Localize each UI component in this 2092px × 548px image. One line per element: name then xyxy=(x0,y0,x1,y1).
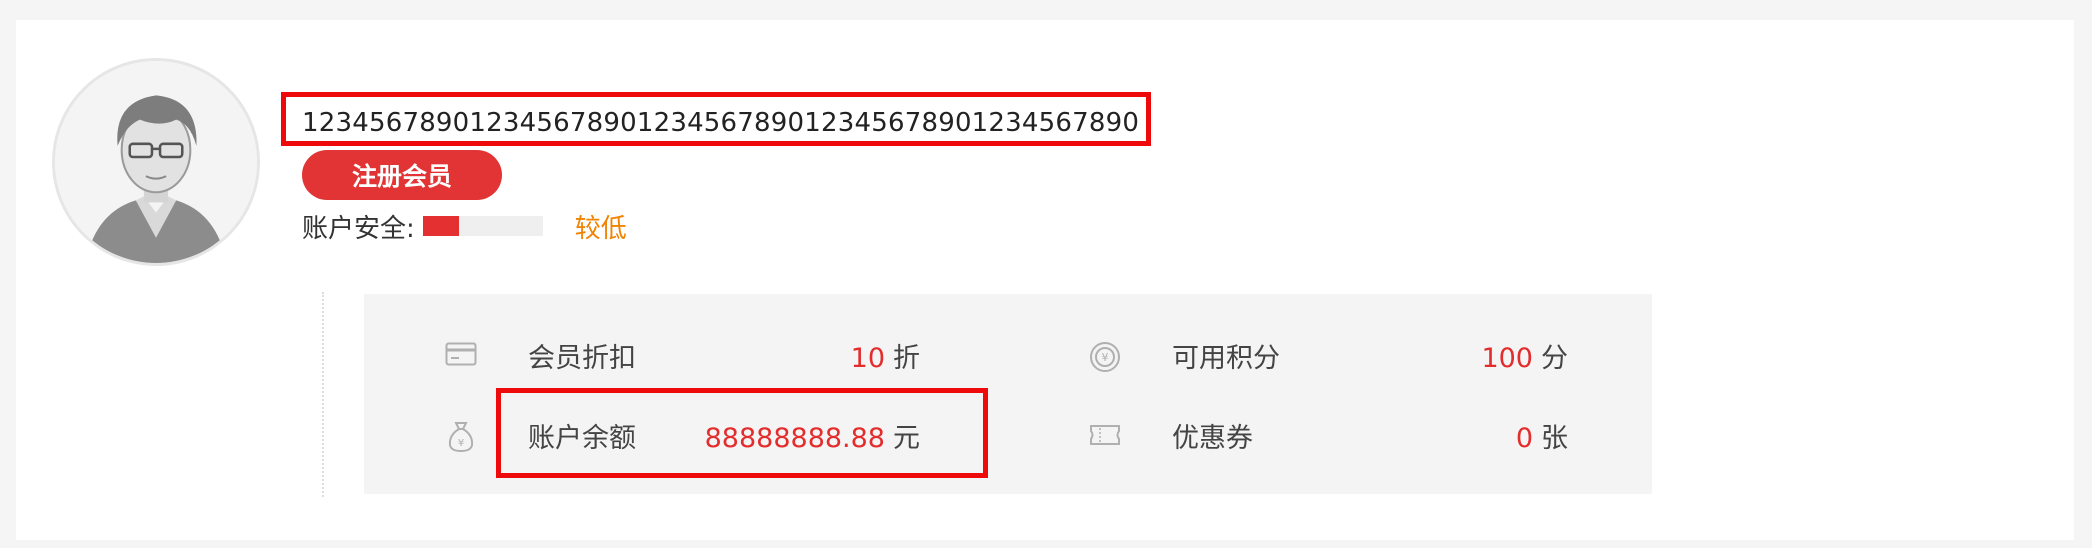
security-label: 账户安全: xyxy=(302,213,415,244)
avatar-illustration xyxy=(55,61,257,263)
coupons-value: 0张 xyxy=(1516,416,1568,455)
register-member-button[interactable]: 注册会员 xyxy=(302,150,502,200)
svg-text:¥: ¥ xyxy=(1102,351,1109,364)
avatar[interactable] xyxy=(52,58,260,266)
ticket-icon xyxy=(1088,418,1122,452)
svg-text:¥: ¥ xyxy=(458,438,464,449)
security-level: 较低 xyxy=(574,213,627,244)
security-strength-bar xyxy=(422,216,543,236)
username-highlight-box xyxy=(281,92,1151,146)
points-unit: 分 xyxy=(1541,343,1568,374)
account-security: 账户安全: 较低 xyxy=(302,206,627,246)
points-number: 100 xyxy=(1481,343,1533,374)
discount-unit: 折 xyxy=(893,343,920,374)
money-bag-icon: ¥ xyxy=(444,420,478,454)
coupons-unit: 张 xyxy=(1541,423,1568,454)
coin-icon: ¥ xyxy=(1088,340,1122,374)
discount-value: 10 折 xyxy=(851,336,920,375)
coupons-label: 优惠券 xyxy=(1172,423,1253,454)
points-value: 100 分 xyxy=(1481,336,1568,375)
card-icon xyxy=(444,337,478,371)
points-label: 可用积分 xyxy=(1172,343,1280,374)
discount-label: 会员折扣 xyxy=(528,343,636,374)
discount-number: 10 xyxy=(850,343,885,374)
coupons-number: 0 xyxy=(1515,423,1533,454)
security-strength-fill xyxy=(422,216,459,236)
balance-highlight-box xyxy=(496,388,988,478)
vertical-divider xyxy=(322,292,324,497)
